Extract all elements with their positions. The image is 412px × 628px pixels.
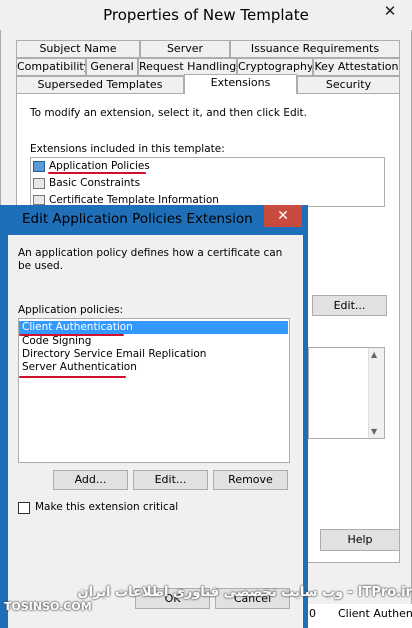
extension-basic-constraints[interactable]: Basic Constraints [46,177,206,190]
close-icon[interactable]: ✕ [374,0,406,22]
scrollbar[interactable] [368,348,384,438]
policy-code-signing[interactable]: Code Signing [19,335,219,348]
remove-policy-button[interactable]: Remove [213,470,288,490]
annotation-underline [19,376,126,378]
dialog-description: An application policy defines how a cert… [18,247,283,272]
status-number: 0 [309,607,316,620]
tab-compatibility[interactable]: Compatibility [16,58,86,76]
policy-client-authentication[interactable]: Client Authentication [19,321,288,334]
add-policy-button[interactable]: Add... [53,470,128,490]
tab-key-attestation[interactable]: Key Attestation [313,58,400,76]
help-button[interactable]: Help [320,529,400,551]
tab-issuance-requirements[interactable]: Issuance Requirements [230,40,400,58]
extension-edit-button[interactable]: Edit... [312,295,387,316]
tab-server[interactable]: Server [140,40,230,58]
window-title: Properties of New Template [0,0,412,30]
annotation-underline [19,334,124,336]
policy-directory-service-email-replication[interactable]: Directory Service Email Replication [19,348,239,361]
edit-policy-button[interactable]: Edit... [133,470,208,490]
policy-server-authentication[interactable]: Server Authentication [19,361,219,374]
instruction-text: To modify an extension, select it, and t… [30,107,308,119]
extensions-label: Extensions included in this template: [30,143,225,155]
annotation-underline [48,172,146,174]
watermark-brand: TOSINSO.COM [4,600,92,613]
critical-checkbox-label: Make this extension critical [35,501,179,513]
scroll-down-icon[interactable]: ▼ [371,427,377,436]
dialog-close-icon[interactable]: ✕ [264,205,302,227]
dialog-title: Edit Application Policies Extension [22,211,253,227]
tab-general[interactable]: General [86,58,138,76]
extension-icon [33,178,45,189]
tab-superseded-templates[interactable]: Superseded Templates [16,76,184,94]
scroll-up-icon[interactable]: ▲ [371,350,377,359]
tab-extensions[interactable]: Extensions [184,74,297,94]
extension-icon [33,161,45,172]
critical-checkbox[interactable] [18,502,30,514]
tab-security[interactable]: Security [297,76,400,94]
tab-subject-name[interactable]: Subject Name [16,40,140,58]
policies-label: Application policies: [18,304,124,316]
extension-icon [33,195,45,205]
status-text: Client Authen [338,607,412,620]
